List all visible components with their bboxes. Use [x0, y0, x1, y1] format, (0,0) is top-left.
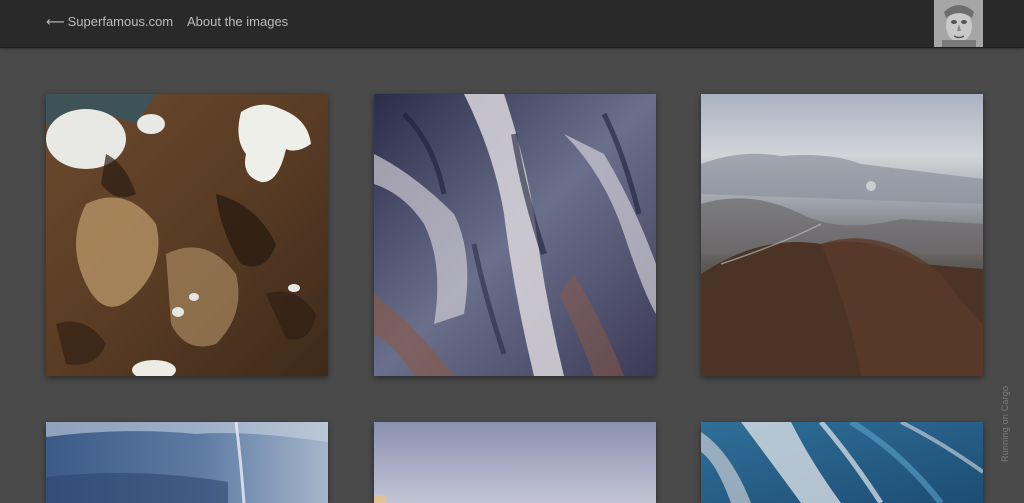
gallery-image-2[interactable]: [374, 94, 656, 376]
gallery-image-6[interactable]: [701, 422, 983, 503]
gallery-image-3[interactable]: [701, 94, 983, 376]
pale-sky-image: [374, 422, 656, 503]
avatar-image: [934, 0, 983, 47]
snow-terrain-image: [46, 94, 328, 376]
snowy-ridges-image: [374, 94, 656, 376]
about-images-link[interactable]: About the images: [187, 14, 288, 29]
blue-coast-image: [46, 422, 328, 503]
back-link-label: Superfamous.com: [67, 14, 174, 29]
gallery-image-1[interactable]: [46, 94, 328, 376]
gallery-image-5[interactable]: [374, 422, 656, 503]
gallery-image-4[interactable]: [46, 422, 328, 503]
top-nav-bar: ⟵ Superfamous.com About the images: [0, 0, 1024, 48]
river-channels-image: [701, 422, 983, 503]
avatar[interactable]: [934, 0, 983, 47]
hazy-mountains-image: [701, 94, 983, 376]
running-on-cargo-link[interactable]: Running on Cargo: [1000, 386, 1010, 462]
back-arrow-icon: ⟵: [46, 14, 65, 29]
back-to-superfamous-link[interactable]: ⟵ Superfamous.com: [46, 14, 173, 30]
